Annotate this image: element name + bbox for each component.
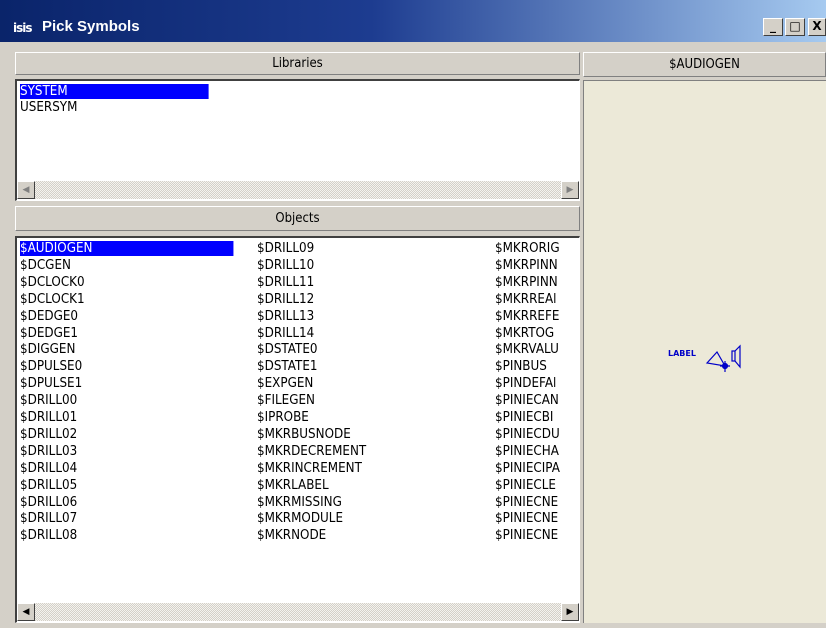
window-title: Pick Symbols xyxy=(42,18,140,35)
objects-hscrollbar[interactable]: ◀ ▶ xyxy=(17,603,579,621)
object-item[interactable]: $DRILL10 xyxy=(257,258,473,273)
object-item[interactable]: $MKRREFE xyxy=(495,309,572,324)
object-item[interactable]: $MKRNODE xyxy=(257,528,473,543)
object-item[interactable]: $PINIECIPA xyxy=(495,461,572,476)
object-item[interactable]: $MKRPINN xyxy=(495,275,572,290)
title-bar: isis Pick Symbols _ □ X xyxy=(0,0,826,42)
object-item[interactable]: $DPULSE1 xyxy=(20,376,233,391)
object-item[interactable]: $MKRINCREMENT xyxy=(257,461,473,476)
object-item[interactable]: $DCLOCK0 xyxy=(20,275,233,290)
object-item[interactable]: $MKRREAl xyxy=(495,292,572,307)
object-item[interactable]: $DEDGE0 xyxy=(20,309,233,324)
object-item[interactable]: $PINIECNE xyxy=(495,511,572,526)
app-icon: isis xyxy=(13,21,32,35)
object-item[interactable]: $MKRMISSING xyxy=(257,495,473,510)
object-item[interactable]: $MKRORIG xyxy=(495,241,572,256)
maximize-button[interactable]: □ xyxy=(785,18,805,36)
object-item[interactable]: $MKRBUSNODE xyxy=(257,427,473,442)
object-item[interactable]: $DRILL04 xyxy=(20,461,233,476)
scroll-left-icon[interactable]: ◀ xyxy=(17,603,35,621)
objects-header[interactable]: Objects xyxy=(15,206,580,231)
libraries-header[interactable]: Libraries xyxy=(15,52,580,75)
object-item[interactable]: $DRILL06 xyxy=(20,495,233,510)
scroll-right-icon[interactable]: ▶ xyxy=(561,603,579,621)
object-item[interactable]: $MKRDECREMENT xyxy=(257,444,473,459)
scroll-left-icon[interactable]: ◀ xyxy=(17,181,35,199)
object-item[interactable]: $AUDIOGEN xyxy=(20,241,234,256)
object-item[interactable]: $DRILL08 xyxy=(20,528,233,543)
object-item[interactable]: $DRILL14 xyxy=(257,326,473,341)
objects-list[interactable]: $AUDIOGEN $DCGEN $DCLOCK0 $DCLOCK1 $DEDGE0 $D… xyxy=(15,236,580,623)
object-item[interactable]: $PINIECLE xyxy=(495,478,572,493)
object-item[interactable]: $DSTATE0 xyxy=(257,342,473,357)
object-item[interactable]: $PINIECNE xyxy=(495,528,572,543)
object-item[interactable]: $DRILL11 xyxy=(257,275,473,290)
symbol-preview: LABEL xyxy=(583,80,826,623)
close-button[interactable]: X xyxy=(808,18,826,36)
object-item[interactable]: $PINIECHA xyxy=(495,444,572,459)
object-item[interactable]: $FILEGEN xyxy=(257,393,473,408)
object-item[interactable]: $EXPGEN xyxy=(257,376,473,391)
object-item[interactable]: $DRILL03 xyxy=(20,444,233,459)
symbol-label-text: LABEL xyxy=(668,349,696,358)
libraries-hscrollbar[interactable]: ◀ ▶ xyxy=(17,181,579,199)
object-item[interactable]: $PINBUS xyxy=(495,359,572,374)
object-item[interactable]: $DRILL13 xyxy=(257,309,473,324)
scroll-right-icon[interactable]: ▶ xyxy=(561,181,579,199)
object-item[interactable]: $DCLOCK1 xyxy=(20,292,233,307)
minimize-button[interactable]: _ xyxy=(763,18,783,36)
preview-header: $AUDIOGEN xyxy=(583,52,826,77)
object-item[interactable]: $DPULSE0 xyxy=(20,359,233,374)
object-item[interactable]: $DRILL02 xyxy=(20,427,233,442)
object-item[interactable]: $MKRPINN xyxy=(495,258,572,273)
library-item-usersym[interactable]: USERSYM xyxy=(20,100,209,115)
object-item[interactable]: $MKRMODULE xyxy=(257,511,473,526)
audiogen-symbol-icon: LABEL xyxy=(668,344,741,372)
object-item[interactable]: $PINIECDU xyxy=(495,427,572,442)
object-item[interactable]: $MKRVALU xyxy=(495,342,572,357)
object-item[interactable]: $DIGGEN xyxy=(20,342,233,357)
object-item[interactable]: $DCGEN xyxy=(20,258,233,273)
object-item[interactable]: $PINDEFAl xyxy=(495,376,572,391)
object-item[interactable]: $MKRLABEL xyxy=(257,478,473,493)
object-item[interactable]: $IPROBE xyxy=(257,410,473,425)
object-item[interactable]: $DRILL05 xyxy=(20,478,233,493)
dialog-body: Libraries SYSTEM USERSYM ◀ ▶ Objects $AU… xyxy=(0,42,826,623)
library-item-system[interactable]: SYSTEM xyxy=(20,84,209,99)
object-item[interactable]: $DRILL01 xyxy=(20,410,233,425)
object-item[interactable]: $PINIECNE xyxy=(495,495,572,510)
object-item[interactable]: $DEDGE1 xyxy=(20,326,233,341)
libraries-list[interactable]: SYSTEM USERSYM ◀ ▶ xyxy=(15,79,580,201)
object-item[interactable]: $PINIECBI xyxy=(495,410,572,425)
object-item[interactable]: $DRILL12 xyxy=(257,292,473,307)
object-item[interactable]: $DRILL09 xyxy=(257,241,473,256)
object-item[interactable]: $DSTATE1 xyxy=(257,359,473,374)
generator-glyph xyxy=(705,344,741,372)
object-item[interactable]: $DRILL00 xyxy=(20,393,233,408)
object-item[interactable]: $MKRTOG xyxy=(495,326,572,341)
object-item[interactable]: $PINIECAN xyxy=(495,393,572,408)
object-item[interactable]: $DRILL07 xyxy=(20,511,233,526)
